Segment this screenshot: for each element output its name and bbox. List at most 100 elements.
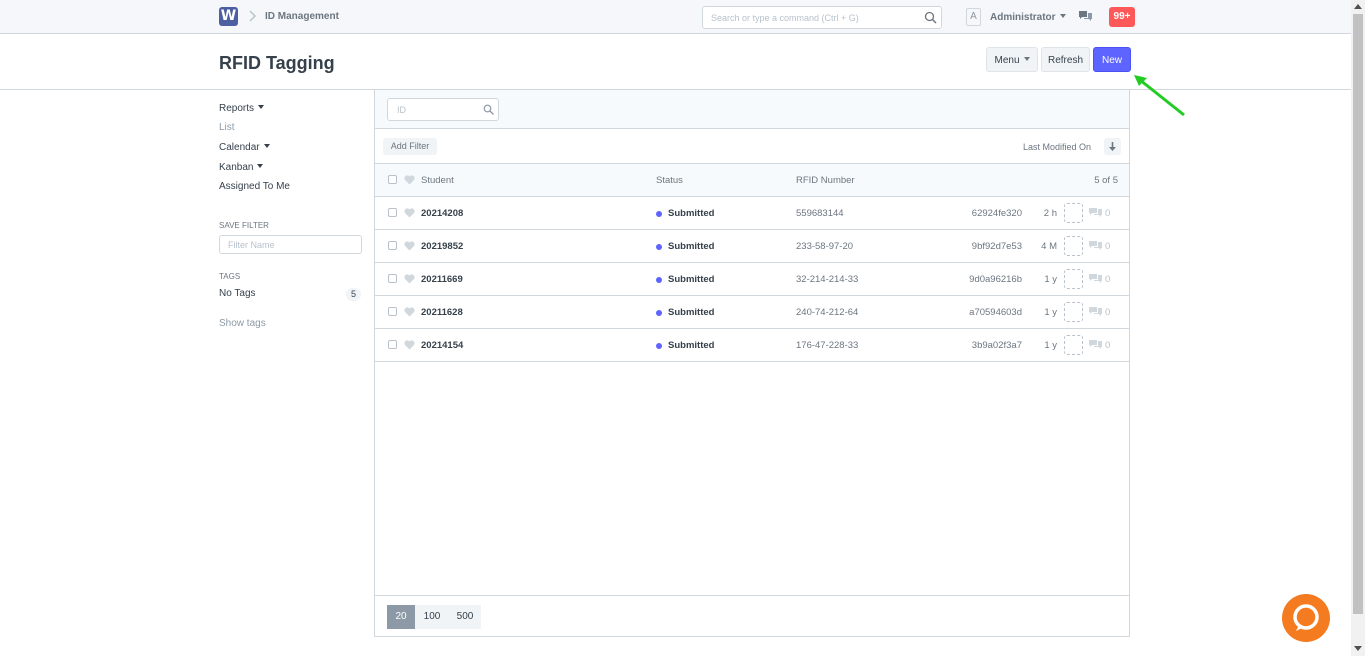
select-all-checkbox[interactable]: [388, 175, 397, 184]
assign-avatar-placeholder[interactable]: [1064, 302, 1083, 322]
sidebar-calendar[interactable]: Calendar: [219, 142, 270, 153]
sidebar-kanban[interactable]: Kanban: [219, 162, 264, 173]
save-filter-heading: SAVE FILTER: [219, 221, 269, 230]
sidebar-assigned-to-me[interactable]: Assigned To Me: [219, 181, 290, 192]
cell-student[interactable]: 20211628: [421, 307, 463, 318]
cell-rfid-number: 233-58-97-20: [796, 241, 854, 252]
standard-filter-bar: [375, 90, 1129, 129]
assign-avatar-placeholder[interactable]: [1064, 269, 1083, 289]
row-checkbox[interactable]: [388, 307, 397, 316]
list-row[interactable]: 20219852 Submitted 233-58-97-20 9bf92d7e…: [375, 230, 1129, 263]
add-filter-button[interactable]: Add Filter: [383, 138, 437, 155]
filter-name-input[interactable]: [220, 236, 350, 253]
id-filter-field[interactable]: [387, 98, 499, 121]
sort-selector[interactable]: Last Modified On: [1023, 142, 1091, 152]
cell-rfid-number: 176-47-228-33: [796, 340, 859, 351]
chat-icon[interactable]: [1079, 11, 1092, 22]
assign-avatar-placeholder[interactable]: [1064, 236, 1083, 256]
caret-down-icon: [1023, 57, 1030, 61]
sort-order-button[interactable]: [1104, 138, 1121, 155]
cell-rfid-number: 32-214-214-33: [796, 274, 859, 285]
comment-icon: [1089, 241, 1102, 250]
breadcrumb-id-management[interactable]: ID Management: [265, 11, 339, 22]
status-indicator-dot: [656, 343, 662, 349]
notifications-badge[interactable]: 99+: [1109, 7, 1135, 27]
cell-status[interactable]: Submitted: [668, 274, 714, 285]
comment-icon: [1089, 208, 1102, 217]
heart-icon[interactable]: [404, 208, 415, 218]
assign-avatar-placeholder[interactable]: [1064, 203, 1083, 223]
column-header-student: Student: [421, 175, 454, 186]
page-size-20[interactable]: 20: [387, 605, 415, 629]
sidebar-reports[interactable]: Reports: [219, 103, 265, 114]
page-size-500[interactable]: 500: [449, 605, 481, 629]
comment-icon: [1089, 274, 1102, 283]
row-checkbox[interactable]: [388, 340, 397, 349]
cell-document-name: 9bf92d7e53: [971, 241, 1022, 252]
heart-icon[interactable]: [404, 340, 415, 350]
result-count: 5 of 5: [1094, 175, 1118, 186]
caret-down-icon: [257, 164, 264, 168]
sidebar-calendar-label: Calendar: [219, 142, 260, 153]
list-row[interactable]: 20214154 Submitted 176-47-228-33 3b9a02f…: [375, 329, 1129, 362]
sidebar-list[interactable]: List: [219, 122, 235, 133]
sidebar-kanban-label: Kanban: [219, 162, 254, 173]
search-input[interactable]: [703, 7, 913, 28]
page-title: RFID Tagging: [219, 53, 335, 73]
heart-icon[interactable]: [404, 241, 415, 251]
cell-modified-time: 2 h: [1043, 208, 1057, 219]
column-header-rfid: RFID Number: [796, 175, 855, 186]
cell-status[interactable]: Submitted: [668, 340, 714, 351]
list-view: Add Filter Last Modified On Student Stat…: [374, 90, 1130, 637]
heart-icon[interactable]: [404, 307, 415, 317]
list-paging: 20 100 500: [375, 595, 1129, 636]
cell-student[interactable]: 20214208: [421, 208, 463, 219]
caret-down-icon: [263, 144, 270, 148]
annotation-arrow: [1134, 75, 1185, 117]
comment-count: 0: [1105, 274, 1111, 285]
sort-arrow-icon: [1109, 142, 1116, 151]
new-button[interactable]: New: [1093, 47, 1131, 72]
row-checkbox[interactable]: [388, 274, 397, 283]
cell-rfid-number: 559683144: [796, 208, 844, 219]
row-checkbox[interactable]: [388, 208, 397, 217]
comment-count: 0: [1105, 241, 1111, 252]
user-menu[interactable]: Administrator: [990, 12, 1066, 23]
comment-icon: [1089, 307, 1102, 316]
comment-count: 0: [1105, 340, 1111, 351]
list-row[interactable]: 20211669 Submitted 32-214-214-33 9d0a962…: [375, 263, 1129, 296]
chat-widget-button[interactable]: [1282, 594, 1330, 642]
cell-status[interactable]: Submitted: [668, 307, 714, 318]
user-name-label: Administrator: [990, 12, 1056, 23]
cell-status[interactable]: Submitted: [668, 208, 714, 219]
status-indicator-dot: [656, 310, 662, 316]
avatar[interactable]: A: [966, 8, 981, 26]
row-checkbox[interactable]: [388, 241, 397, 250]
menu-button[interactable]: Menu: [986, 47, 1038, 72]
list-row[interactable]: 20214208 Submitted 559683144 62924fe320 …: [375, 197, 1129, 230]
chevron-right-icon: [249, 10, 257, 22]
heart-icon[interactable]: [404, 274, 415, 284]
cell-status[interactable]: Submitted: [668, 241, 714, 252]
refresh-button[interactable]: Refresh: [1041, 47, 1090, 72]
app-logo[interactable]: W: [219, 7, 238, 26]
scroll-down-icon[interactable]: [1354, 646, 1362, 651]
page-scrollbar[interactable]: [1351, 0, 1365, 656]
sidebar-no-tags[interactable]: No Tags: [219, 288, 256, 299]
cell-student[interactable]: 20211669: [421, 274, 463, 285]
page-size-100[interactable]: 100: [415, 605, 449, 629]
cell-student[interactable]: 20214154: [421, 340, 463, 351]
filter-name-field[interactable]: [219, 235, 362, 254]
status-indicator-dot: [656, 211, 662, 217]
list-row[interactable]: 20211628 Submitted 240-74-212-64 a705946…: [375, 296, 1129, 329]
heart-icon[interactable]: [404, 175, 415, 185]
id-filter-input[interactable]: [388, 99, 478, 120]
cell-student[interactable]: 20219852: [421, 241, 463, 252]
scroll-thumb[interactable]: [1353, 14, 1363, 614]
list-header-row: Student Status RFID Number 5 of 5: [375, 164, 1129, 197]
show-tags-link[interactable]: Show tags: [219, 318, 266, 329]
assign-avatar-placeholder[interactable]: [1064, 335, 1083, 355]
column-header-status: Status: [656, 175, 683, 186]
scroll-up-icon[interactable]: [1354, 4, 1362, 9]
awesomebar-search[interactable]: [702, 6, 942, 29]
